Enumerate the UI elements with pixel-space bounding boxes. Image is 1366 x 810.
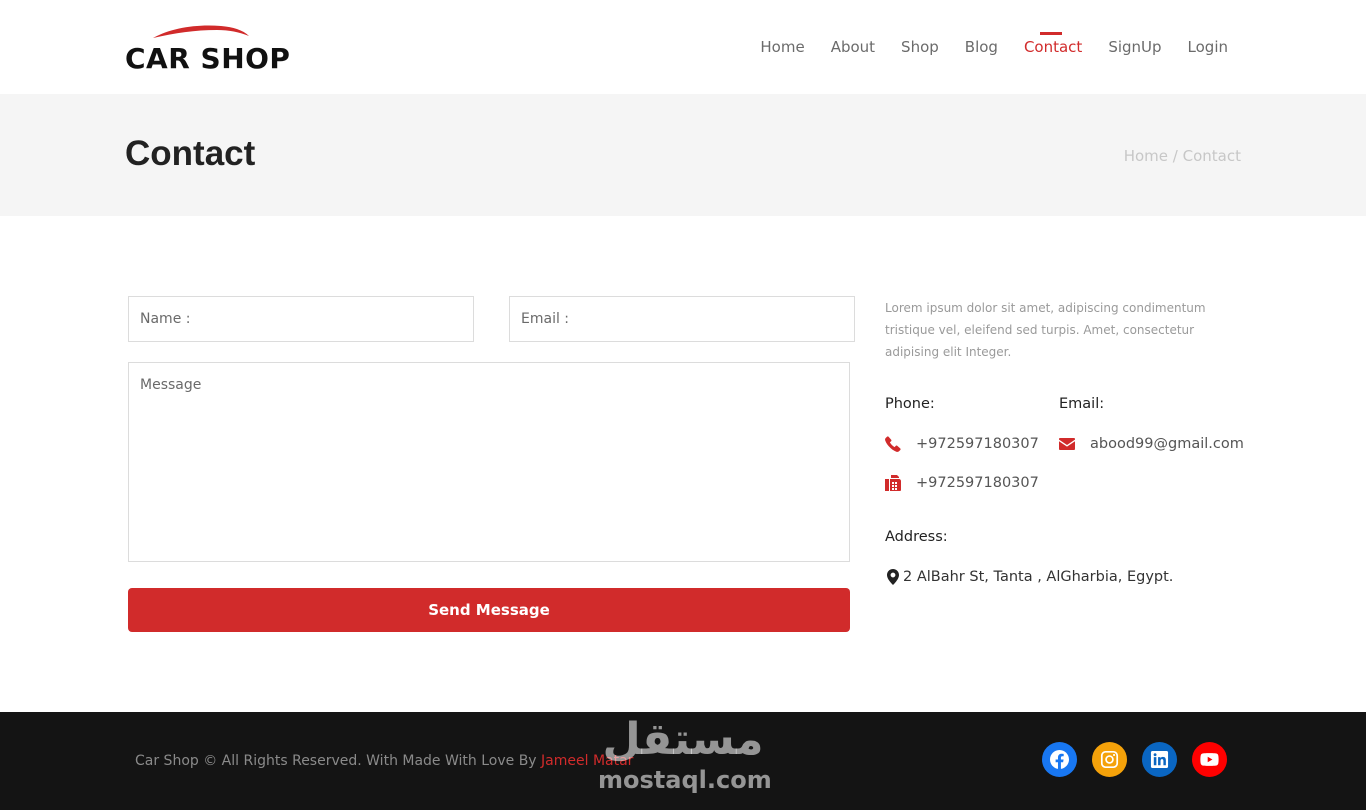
fax-row: +972597180307 bbox=[885, 475, 1039, 491]
nav-about[interactable]: About bbox=[831, 38, 875, 56]
email-label: Email: bbox=[1059, 396, 1105, 412]
breadcrumb-separator: / bbox=[1172, 147, 1178, 165]
breadcrumb-current: Contact bbox=[1182, 147, 1241, 165]
phone-row: +972597180307 bbox=[885, 436, 1039, 452]
instagram-icon[interactable] bbox=[1092, 742, 1127, 777]
linkedin-icon[interactable] bbox=[1142, 742, 1177, 777]
copyright-label: Car Shop © All Rights Reserved. With Mad… bbox=[135, 753, 537, 769]
youtube-icon[interactable] bbox=[1192, 742, 1227, 777]
nav-shop[interactable]: Shop bbox=[901, 38, 939, 56]
contact-description: Lorem ipsum dolor sit amet, adipiscing c… bbox=[885, 301, 1206, 359]
email-field[interactable] bbox=[509, 296, 855, 342]
phone-number[interactable]: +972597180307 bbox=[916, 436, 1039, 452]
phone-icon bbox=[885, 436, 901, 452]
nav-signup[interactable]: SignUp bbox=[1108, 38, 1161, 56]
phone-label: Phone: bbox=[885, 396, 935, 412]
fax-number[interactable]: +972597180307 bbox=[916, 475, 1039, 491]
name-field[interactable] bbox=[128, 296, 474, 342]
address-row: 2 AlBahr St, Tanta , AlGharbia, Egypt. bbox=[885, 569, 1173, 585]
author-link[interactable]: Jameel Matar bbox=[541, 753, 633, 769]
nav-login[interactable]: Login bbox=[1188, 38, 1228, 56]
page-title: Contact bbox=[125, 134, 256, 173]
address-text: 2 AlBahr St, Tanta , AlGharbia, Egypt. bbox=[903, 569, 1174, 585]
logo[interactable]: CAR SHOP bbox=[125, 22, 290, 75]
fax-icon bbox=[885, 475, 901, 491]
social-links bbox=[1042, 742, 1227, 777]
logo-swoosh-icon bbox=[153, 25, 249, 38]
page-banner: Contact Home / Contact bbox=[0, 94, 1366, 216]
email-row: abood99@gmail.com bbox=[1059, 436, 1244, 452]
nav-blog[interactable]: Blog bbox=[965, 38, 998, 56]
map-marker-icon bbox=[885, 569, 901, 585]
email-address[interactable]: abood99@gmail.com bbox=[1090, 436, 1244, 452]
send-message-button[interactable]: Send Message bbox=[128, 588, 850, 632]
message-field[interactable] bbox=[128, 362, 850, 562]
address-label: Address: bbox=[885, 529, 948, 545]
breadcrumb: Home / Contact bbox=[1124, 147, 1241, 165]
envelope-icon bbox=[1059, 436, 1075, 452]
site-footer: Car Shop © All Rights Reserved. With Mad… bbox=[0, 712, 1366, 810]
breadcrumb-home[interactable]: Home bbox=[1124, 147, 1168, 165]
facebook-icon[interactable] bbox=[1042, 742, 1077, 777]
logo-text: CAR SHOP bbox=[125, 42, 291, 75]
site-header: CAR SHOP Home About Shop Blog Contact Si… bbox=[0, 0, 1366, 94]
nav-home[interactable]: Home bbox=[760, 38, 804, 56]
copyright-text: Car Shop © All Rights Reserved. With Mad… bbox=[135, 753, 633, 769]
main-nav: Home About Shop Blog Contact SignUp Logi… bbox=[760, 32, 1228, 56]
nav-contact[interactable]: Contact bbox=[1024, 32, 1082, 56]
